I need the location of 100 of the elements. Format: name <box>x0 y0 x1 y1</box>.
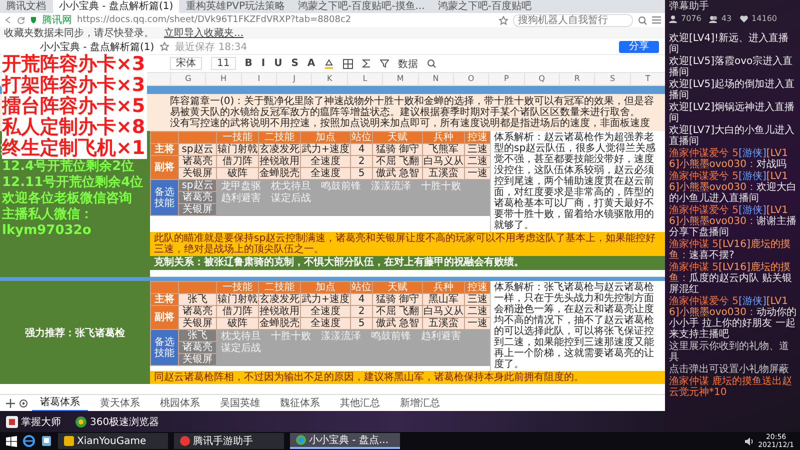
table-cell: 黑山军 <box>422 294 464 306</box>
role-cell: 主将 <box>150 144 178 156</box>
search-icon[interactable] <box>638 16 647 24</box>
skill-text: 枕戈待旦 <box>221 331 261 342</box>
sheet-tab[interactable]: 黄天体系 <box>92 396 148 410</box>
column-header[interactable]: R <box>558 73 594 85</box>
chat-message: 渔家仲谋爱兮 5[游侠][LV16]小熊墨ovo030：对战吗 <box>669 148 789 170</box>
save-status: 最近保存 18:34 <box>175 40 248 54</box>
table-cell: 武力+速度 <box>300 144 350 156</box>
speaker-icon[interactable] <box>745 436 754 446</box>
skill-text: 谋定后战 <box>221 343 261 354</box>
table-cell: 猛骑 御守 <box>372 294 422 306</box>
sigma-icon[interactable] <box>362 59 372 68</box>
table-cell: 五溪蛮 <box>422 318 464 330</box>
app-icon[interactable] <box>6 416 18 428</box>
windows-logo-icon[interactable] <box>6 436 17 446</box>
globe-icon[interactable] <box>75 416 87 428</box>
browser-e-icon[interactable] <box>23 435 35 447</box>
star-icon[interactable] <box>499 16 508 24</box>
format-button[interactable]: A <box>307 58 316 69</box>
search-field[interactable]: 搜狗机器人自我暂行 <box>513 14 633 26</box>
bookmark-link[interactable]: 立即导入收藏夹... <box>164 26 244 40</box>
secure-label: 腾讯网 <box>42 14 72 27</box>
skill-text: 十胜十败 <box>421 181 461 192</box>
panel-title: 弹幕助手 <box>669 0 709 13</box>
column-header[interactable]: J <box>276 73 312 85</box>
table-cell: 金蝉脱壳 <box>258 318 300 330</box>
filter-icon[interactable] <box>380 59 390 68</box>
font-size-select[interactable]: 11 <box>211 57 236 70</box>
sheet-tab[interactable]: 其他汇总 <box>332 396 388 410</box>
table-cell: 不屈 飞翻 <box>372 156 422 168</box>
format-button[interactable]: B <box>244 58 252 69</box>
table-cell: 猛骑 御守 <box>372 144 422 156</box>
sheet-tab[interactable]: 吴国英雄 <box>212 396 268 410</box>
sheet-tab[interactable]: 新增汇总 <box>392 396 448 410</box>
format-button[interactable]: I <box>261 58 266 69</box>
column-heading: 加点 <box>300 132 350 144</box>
promo-text: 打架阵容办卡×3 <box>2 75 148 96</box>
document-title: 小小宝典 - 盘点解析篇(1) <box>40 40 154 54</box>
promo-text: 私人定制办卡×8 <box>2 117 148 138</box>
table-cell: 武力+速度 <box>300 294 350 306</box>
column-heading: 二技能 <box>258 282 300 294</box>
share-button[interactable]: 分享 <box>619 40 659 52</box>
skill-text: 趋利避害 <box>421 331 461 342</box>
star-icon[interactable] <box>160 42 170 51</box>
welcome-message: 欢迎[LV7]大白的小鱼儿进入直播间 <box>669 125 796 147</box>
column-header[interactable]: Q <box>524 73 559 85</box>
column-header[interactable]: H <box>205 73 241 85</box>
search-icon[interactable] <box>427 59 436 68</box>
column-heading: 控速 <box>464 282 490 294</box>
column-header[interactable]: I <box>240 73 276 85</box>
fill-color-icon[interactable] <box>324 58 334 68</box>
table-cell: 破阵 <box>216 168 258 180</box>
column-header[interactable]: P <box>488 73 524 85</box>
desktop-icon-label[interactable]: 360极速浏览器 <box>90 414 160 428</box>
column-header[interactable]: K <box>311 73 347 85</box>
relation-bar: 克制关系：被张辽鲁肃骑的克制，不惧大部分队伍，在对上有藤甲的祝融会有败绩。 <box>150 256 665 270</box>
add-icon[interactable] <box>6 398 15 408</box>
taskbar-app[interactable]: 腾讯手游助手 <box>174 433 284 449</box>
column-heading: 兵种 <box>422 132 464 144</box>
table-cell: 诸葛亮 <box>178 192 216 204</box>
tablet-icon[interactable] <box>41 435 52 447</box>
column-header[interactable]: G <box>170 73 206 85</box>
table-cell: 玄凌发死 <box>258 294 300 306</box>
group-icon <box>709 14 718 22</box>
stat-count: 7076 <box>681 14 702 23</box>
taskbar-app[interactable]: 小小宝典 - 盘点... <box>290 433 400 449</box>
layers-icon[interactable] <box>19 398 28 408</box>
taskbar-app[interactable]: XianYouGame <box>58 433 168 449</box>
heart-icon <box>740 14 748 22</box>
bookmark-notice: 收藏夹数据未同步，请尽快登录。 <box>4 26 154 40</box>
table-cell: 借刀阵 <box>216 306 258 318</box>
table-cell: 全速度 <box>300 306 350 318</box>
browser-tab[interactable]: 小小宝典 - 盘点解析篇(1) <box>53 0 180 13</box>
table-cell: 关银屏 <box>178 168 216 180</box>
chat-message: 渔家仲谋 5[LV16]鹿坛的摸鱼：速喜不摆? <box>669 239 792 261</box>
table-cell: 关银屏 <box>178 204 216 216</box>
promo-text: 擂台阵容办卡×5 <box>2 96 148 117</box>
column-heading: 天赋 <box>372 132 422 144</box>
table-cell: 挫锐敢用 <box>258 156 300 168</box>
column-header[interactable]: S <box>594 73 630 85</box>
skill-text: 鸣鼓前锋 <box>321 181 361 192</box>
table-cell: 诸葛亮 <box>178 306 216 318</box>
column-header[interactable]: O <box>452 73 488 85</box>
desktop-icon-label[interactable]: 掌握大师 <box>21 414 61 428</box>
system-message: 这里展示你收到的礼物、道具 <box>669 341 790 363</box>
reload-icon[interactable] <box>17 16 25 24</box>
column-header[interactable]: M <box>382 73 418 85</box>
data-menu-button[interactable]: 数据 <box>398 56 418 70</box>
border-grid-icon[interactable] <box>343 58 354 68</box>
font-select[interactable]: 宋体 <box>170 57 202 70</box>
sheet-tab[interactable]: 魏征体系 <box>272 396 328 410</box>
column-header[interactable]: N <box>418 73 453 85</box>
sheet-tab[interactable]: 桃园体系 <box>152 396 208 410</box>
menu-icon[interactable] <box>652 16 661 24</box>
format-button[interactable]: U <box>274 58 282 69</box>
format-button[interactable]: S <box>291 58 298 69</box>
gift-message: 渔家仲谋 鹿坛的摸鱼送出赵云觉元神*10 <box>669 376 794 398</box>
column-header[interactable]: L <box>346 73 382 85</box>
address-url[interactable]: https://docs.qq.com/sheet/DVk96T1FKZFdVRXP?tab=8808c2 <box>77 15 494 25</box>
